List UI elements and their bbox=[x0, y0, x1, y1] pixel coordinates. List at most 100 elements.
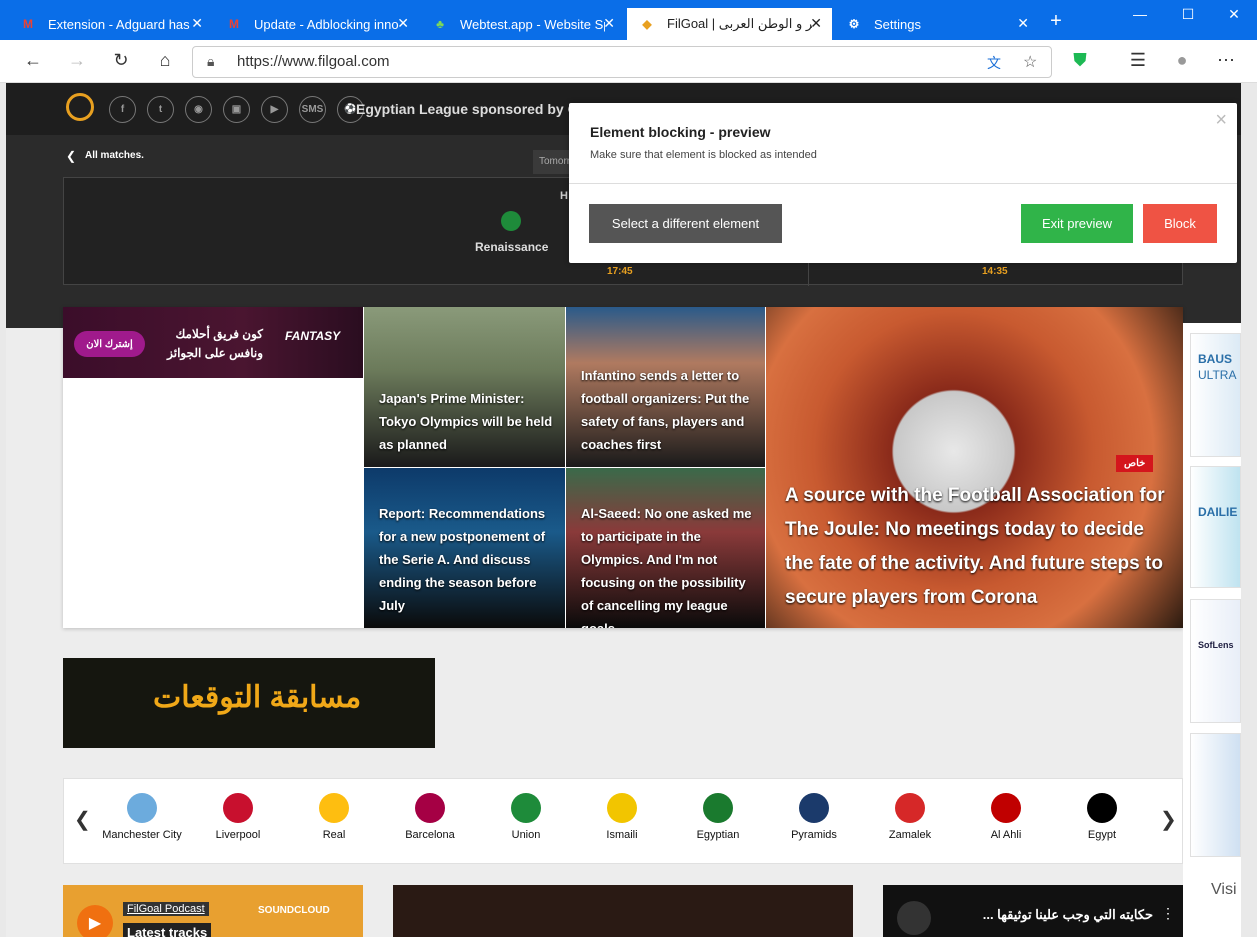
exclusive-badge: خاص bbox=[1116, 455, 1154, 472]
tab-title: FilGoal | مصر و الوطن العربى bbox=[667, 16, 812, 31]
ad-box[interactable] bbox=[1190, 733, 1241, 857]
block-button[interactable]: Block bbox=[1143, 204, 1217, 243]
favorites-icon[interactable]: ☰ bbox=[1126, 50, 1150, 71]
team-name: Ismaili bbox=[606, 829, 638, 841]
subscribe-button[interactable]: إشترك الان bbox=[74, 331, 145, 357]
team-item[interactable]: Manchester City bbox=[97, 793, 187, 841]
sms-icon[interactable]: SMS bbox=[299, 96, 326, 123]
news-headline: Al-Saeed: No one asked me to participate… bbox=[581, 506, 752, 628]
forward-icon[interactable]: → bbox=[65, 50, 89, 71]
more-vert-icon[interactable]: ⋮ bbox=[1161, 905, 1175, 922]
url-text: https://www.filgoal.com bbox=[237, 53, 390, 70]
home-label: H bbox=[560, 190, 568, 202]
team-crest-icon bbox=[799, 793, 829, 823]
dialog-subtitle: Make sure that element is blocked as int… bbox=[590, 149, 817, 161]
tab-filgoal[interactable]: ◆ FilGoal | مصر و الوطن العربى ✕ bbox=[627, 8, 832, 40]
close-tab-icon[interactable]: ✕ bbox=[1017, 16, 1029, 30]
predictions-banner[interactable]: مسابقة التوقعات bbox=[63, 658, 435, 748]
home-icon[interactable]: ⌂ bbox=[153, 50, 177, 71]
team-item[interactable]: Al Ahli bbox=[961, 793, 1051, 841]
latest-tracks: Latest tracks bbox=[123, 923, 212, 937]
profile-avatar-icon[interactable]: ● bbox=[1170, 50, 1194, 71]
select-different-element-button[interactable]: Select a different element bbox=[589, 204, 782, 243]
address-bar[interactable]: 🔒︎ https://www.filgoal.com 文 ☆ bbox=[192, 46, 1052, 78]
youtube-icon[interactable]: ▶ bbox=[261, 96, 288, 123]
dialog-title: Element blocking - preview bbox=[590, 124, 771, 140]
gear-icon: ⚙ bbox=[848, 17, 860, 31]
refresh-icon[interactable]: ↻ bbox=[109, 50, 133, 71]
ad-box[interactable]: SofLens bbox=[1190, 599, 1241, 723]
team-crest-icon bbox=[895, 793, 925, 823]
close-icon[interactable]: × bbox=[1215, 109, 1227, 132]
facebook-icon[interactable]: f bbox=[109, 96, 136, 123]
ad-box[interactable]: DAILIE bbox=[1190, 466, 1241, 588]
close-window-button[interactable]: ✕ bbox=[1224, 6, 1244, 23]
team-name: Liverpool bbox=[215, 829, 261, 841]
team-item[interactable]: Egyptian bbox=[673, 793, 763, 841]
adguard-shield-icon[interactable]: ⛊ bbox=[1068, 50, 1092, 71]
minimize-button[interactable]: — bbox=[1130, 6, 1150, 22]
star-icon[interactable]: ☆ bbox=[1023, 52, 1037, 72]
divider bbox=[569, 183, 1237, 184]
team-name: Al Ahli bbox=[990, 829, 1022, 841]
news-headline: Japan's Prime Minister: Tokyo Olympics w… bbox=[379, 391, 553, 452]
chevron-left-icon[interactable]: ❮ bbox=[66, 149, 76, 163]
new-tab-button[interactable]: + bbox=[1046, 10, 1066, 33]
close-tab-icon[interactable]: ✕ bbox=[397, 16, 409, 30]
ad-text: SofLens bbox=[1198, 640, 1234, 650]
instagram-icon[interactable]: ▣ bbox=[223, 96, 250, 123]
rss-icon[interactable]: ◉ bbox=[185, 96, 212, 123]
podcast-label[interactable]: FilGoal Podcast bbox=[123, 902, 209, 916]
team-item[interactable]: Ismaili bbox=[577, 793, 667, 841]
team-item[interactable]: Pyramids bbox=[769, 793, 859, 841]
tab-extension[interactable]: M Extension - Adguard has a ✕ bbox=[8, 8, 213, 40]
toolbar: ← → ↻ ⌂ 🔒︎ https://www.filgoal.com 文 ☆ ⛊… bbox=[0, 40, 1257, 83]
chevron-left-icon[interactable]: ❮ bbox=[74, 807, 91, 832]
team-item[interactable]: Zamalek bbox=[865, 793, 955, 841]
web-page: f t ◉ ▣ ▶ SMS ⚽ Egyptian League sponsore… bbox=[6, 83, 1241, 937]
team-item[interactable]: Real bbox=[289, 793, 379, 841]
search-icon[interactable] bbox=[66, 93, 94, 121]
team-item[interactable]: Union bbox=[481, 793, 571, 841]
team-crest-icon bbox=[223, 793, 253, 823]
maximize-button[interactable]: ☐ bbox=[1178, 6, 1198, 23]
video-title: حكايته التي وجب علينا توثيقها ... bbox=[982, 907, 1153, 922]
news-grid: إشترك الان كون فريق أحلامك ونافس على الج… bbox=[63, 307, 1183, 628]
fantasy-text: كون فريق أحلامك ونافس على الجوائز bbox=[163, 325, 263, 363]
fantasy-banner[interactable]: إشترك الان كون فريق أحلامك ونافس على الج… bbox=[63, 307, 363, 378]
tab-webtest[interactable]: ♣ Webtest.app - Website Sp ✕ bbox=[420, 8, 625, 40]
close-tab-icon[interactable]: ✕ bbox=[603, 16, 615, 30]
tab-update[interactable]: M Update - Adblocking inno ✕ bbox=[214, 8, 419, 40]
ad-box[interactable]: BAUS ULTRA bbox=[1190, 333, 1241, 457]
sprout-icon: ♣ bbox=[436, 17, 444, 31]
news-card[interactable]: Al-Saeed: No one asked me to participate… bbox=[566, 468, 765, 628]
news-card-featured[interactable]: خاص A source with the Football Associati… bbox=[766, 307, 1183, 628]
visit-link[interactable]: Visi bbox=[1211, 881, 1237, 899]
tab-settings[interactable]: ⚙ Settings ✕ bbox=[834, 8, 1039, 40]
news-card[interactable]: Report: Recommendations for a new postpo… bbox=[364, 468, 565, 628]
translate-icon[interactable]: 文 bbox=[987, 53, 1001, 73]
close-tab-icon[interactable]: ✕ bbox=[191, 16, 203, 30]
tab-title: Webtest.app - Website Sp bbox=[460, 16, 605, 32]
team-name: Renaissance bbox=[475, 240, 549, 254]
team-item[interactable]: Barcelona bbox=[385, 793, 475, 841]
team-crest-icon bbox=[703, 793, 733, 823]
gmail-icon: M bbox=[23, 17, 33, 31]
chevron-right-icon[interactable]: ❯ bbox=[1160, 807, 1177, 832]
news-card[interactable]: Infantino sends a letter to football org… bbox=[566, 307, 765, 467]
team-item[interactable]: Egypt bbox=[1057, 793, 1147, 841]
twitter-icon[interactable]: t bbox=[147, 96, 174, 123]
video-thumbnail[interactable] bbox=[393, 885, 853, 937]
all-matches-link[interactable]: All matches. bbox=[85, 150, 144, 161]
back-icon[interactable]: ← bbox=[21, 50, 45, 71]
video-player[interactable]: حكايته التي وجب علينا توثيقها ... ⋮ bbox=[883, 885, 1183, 937]
more-menu-icon[interactable]: ⋯ bbox=[1214, 50, 1238, 71]
news-headline: A source with the Football Association f… bbox=[785, 485, 1165, 608]
team-name: Pyramids bbox=[791, 829, 837, 841]
close-tab-icon[interactable]: ✕ bbox=[810, 16, 822, 30]
team-item[interactable]: Liverpool bbox=[193, 793, 283, 841]
play-icon[interactable]: ▶ bbox=[77, 905, 113, 937]
exit-preview-button[interactable]: Exit preview bbox=[1021, 204, 1133, 243]
podcast-widget[interactable]: ▶ FilGoal Podcast Latest tracks SOUNDCLO… bbox=[63, 885, 363, 937]
news-card[interactable]: Japan's Prime Minister: Tokyo Olympics w… bbox=[364, 307, 565, 467]
